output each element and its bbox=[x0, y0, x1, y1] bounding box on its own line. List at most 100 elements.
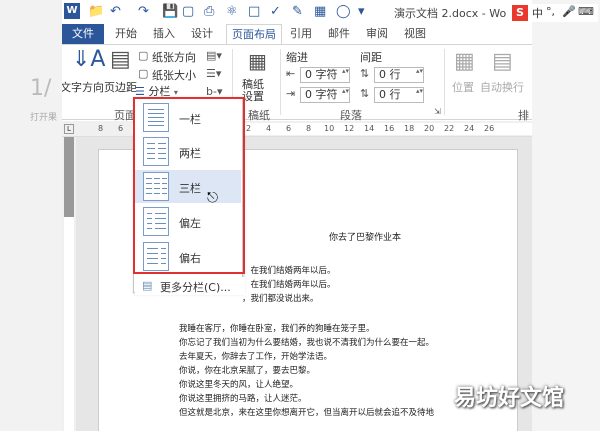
document-line: 你忘记了我们当初为什么要结婚，我也说不清我们为什么要在一起。 bbox=[179, 338, 435, 348]
menu-item-more-columns[interactable]: ▤ 更多分栏(C)... bbox=[135, 277, 245, 295]
draft-paper-button[interactable]: 稿纸 设置 bbox=[242, 79, 264, 103]
ruler-tick: 26 bbox=[484, 124, 495, 133]
indent-left-icon: ⇤ bbox=[286, 67, 296, 80]
mouse-cursor-icon: ⎋ bbox=[207, 190, 219, 206]
menu-item-label: 一栏 bbox=[179, 113, 201, 126]
redo-icon[interactable]: ↷ bbox=[138, 4, 149, 19]
ruler-tick: 4 bbox=[266, 124, 272, 133]
spacing-before-icon: ⇅ bbox=[360, 67, 370, 80]
tab-view[interactable]: 视图 bbox=[400, 24, 430, 44]
margins-icon: ▤ bbox=[110, 47, 131, 72]
spacing-before-stepper[interactable]: 0 行 bbox=[374, 67, 424, 83]
indent-right-icon: ⇥ bbox=[286, 87, 296, 100]
menu-item-label: 更多分栏(C)... bbox=[160, 281, 231, 294]
columns-dropdown-menu: 一栏 两栏 三栏 偏左 偏右 bbox=[133, 97, 243, 293]
spacing-after-stepper[interactable]: 0 行 bbox=[374, 87, 424, 103]
document-line: ，在我们结婚两年以后。 bbox=[242, 280, 336, 290]
find-icon[interactable]: ⚛ bbox=[226, 4, 238, 19]
ruler-tick: 20 bbox=[424, 124, 435, 133]
table-icon[interactable]: ▦ bbox=[314, 4, 326, 19]
document-line: 我睡在客厅，你睡在卧室，我们养的狗睡在笼子里。 bbox=[179, 324, 375, 334]
customize-toolbar-icon[interactable]: ▾ bbox=[358, 4, 365, 19]
indent-left-stepper[interactable]: 0 字符 bbox=[300, 67, 350, 83]
tab-page-layout[interactable]: 页面布局 bbox=[226, 24, 282, 44]
document-line: 但这就是北京，来在这里你想离开它，但当离开以后就会追不及待地 bbox=[179, 408, 435, 418]
indent-right-stepper[interactable]: 0 字符 bbox=[300, 87, 350, 103]
three-columns-icon bbox=[143, 172, 169, 201]
menu-item-label: 三栏 bbox=[179, 182, 201, 195]
chevron-down-icon: ▾ bbox=[173, 88, 178, 97]
ruler-tick: 8 bbox=[98, 124, 104, 133]
document-line: ，在我们结婚两年以后。 bbox=[242, 266, 336, 276]
keyboard-icon[interactable]: ⌨ bbox=[578, 5, 594, 18]
document-line: 你说这里冬天的风，让人绝望。 bbox=[179, 380, 299, 390]
ime-punctuation-toggle[interactable]: °, bbox=[546, 5, 555, 18]
ribbon-tabs: 文件 开始 插入 设计 页面布局 引用 邮件 审阅 视图 bbox=[62, 24, 532, 44]
background-open-label: 打开果 bbox=[30, 113, 58, 123]
sogou-logo-icon[interactable]: S bbox=[512, 5, 528, 21]
print-icon[interactable]: ⎙ bbox=[204, 4, 214, 19]
new-document-icon[interactable]: □ bbox=[248, 4, 260, 19]
wrap-text-icon: ▤ bbox=[492, 49, 513, 74]
format-painter-icon[interactable]: ✎ bbox=[292, 4, 303, 19]
print-preview-icon[interactable]: ▢ bbox=[182, 4, 194, 19]
ruler-tick: 12 bbox=[344, 124, 355, 133]
ruler-active-area bbox=[64, 217, 74, 431]
text-direction-icon: ⇓A bbox=[72, 47, 106, 72]
tab-mailings[interactable]: 邮件 bbox=[324, 24, 354, 44]
orientation-icon: ▢ bbox=[138, 49, 149, 62]
ruler-tick: 2 bbox=[246, 124, 252, 133]
shapes-icon[interactable]: ◯ bbox=[336, 4, 351, 19]
background-app-left: 1/ 打开果 bbox=[0, 0, 62, 431]
breaks-icon[interactable]: ▤▾ bbox=[206, 49, 222, 62]
document-line: ，我们都没说出来。 bbox=[242, 294, 319, 304]
ruler-tick: 22 bbox=[444, 124, 455, 133]
menu-item-label: 两栏 bbox=[179, 147, 201, 160]
ruler-tick: 8 bbox=[306, 124, 312, 133]
indent-label: 缩进 bbox=[286, 51, 308, 64]
tab-file[interactable]: 文件 bbox=[62, 24, 104, 44]
left-column-icon bbox=[143, 207, 169, 236]
ribbon-separator bbox=[280, 49, 281, 115]
background-app-right bbox=[532, 0, 600, 431]
tab-design[interactable]: 设计 bbox=[186, 24, 218, 44]
paragraph-dialog-launcher-icon[interactable]: ⇲ bbox=[434, 107, 441, 116]
size-icon: ▢ bbox=[138, 67, 149, 80]
tab-selector-icon[interactable]: L bbox=[64, 124, 74, 134]
menu-item-left[interactable]: 偏左 bbox=[135, 205, 241, 238]
open-folder-icon[interactable]: 📁 bbox=[88, 4, 104, 19]
undo-icon[interactable]: ↶ bbox=[110, 4, 121, 19]
tab-insert[interactable]: 插入 bbox=[148, 24, 180, 44]
two-columns-icon bbox=[143, 137, 169, 166]
text-direction-button[interactable]: 文字方向 bbox=[62, 79, 104, 95]
margins-button[interactable]: 页边距 bbox=[104, 79, 137, 95]
wrap-text-button[interactable]: 自动换行 bbox=[480, 79, 524, 95]
columns-button[interactable]: ☰ 分栏 ▾ bbox=[135, 83, 178, 98]
tab-review[interactable]: 审阅 bbox=[362, 24, 392, 44]
orientation-button[interactable]: 纸张方向 bbox=[152, 49, 196, 65]
ruler-tick: 14 bbox=[364, 124, 375, 133]
ime-mode-toggle[interactable]: 中 bbox=[532, 5, 543, 21]
background-page-number: 1/ bbox=[30, 76, 52, 101]
save-icon[interactable]: 💾 bbox=[162, 4, 178, 19]
vertical-ruler[interactable] bbox=[62, 137, 76, 431]
menu-item-right[interactable]: 偏右 bbox=[135, 240, 241, 273]
tab-home[interactable]: 开始 bbox=[110, 24, 142, 44]
position-icon: ▦ bbox=[454, 49, 475, 74]
ribbon-separator bbox=[444, 49, 445, 115]
draft-paper-icon: ▦ bbox=[248, 49, 267, 73]
menu-item-three-columns[interactable]: 三栏 bbox=[135, 170, 241, 203]
menu-item-one-column[interactable]: 一栏 bbox=[135, 101, 241, 134]
spelling-icon[interactable]: ✓ bbox=[270, 4, 281, 19]
menu-item-two-columns[interactable]: 两栏 bbox=[135, 135, 241, 168]
right-column-icon bbox=[143, 242, 169, 271]
document-title: 你去了巴黎作业本 bbox=[329, 233, 402, 243]
ruler-tick: 6 bbox=[286, 124, 292, 133]
position-button[interactable]: 位置 bbox=[452, 79, 474, 95]
menu-item-label: 偏左 bbox=[179, 217, 201, 230]
tab-references[interactable]: 引用 bbox=[286, 24, 316, 44]
size-button[interactable]: 纸张大小 bbox=[152, 67, 196, 83]
title-bar: W 📁 ↶ ↷ 💾 ▢ ⎙ ⚛ □ ✓ ✎ ▦ ◯ ▾ 演示文档 2.docx … bbox=[62, 0, 532, 24]
line-numbers-icon[interactable]: ☰▾ bbox=[206, 67, 221, 80]
microphone-icon[interactable]: 🎤 bbox=[562, 5, 576, 18]
